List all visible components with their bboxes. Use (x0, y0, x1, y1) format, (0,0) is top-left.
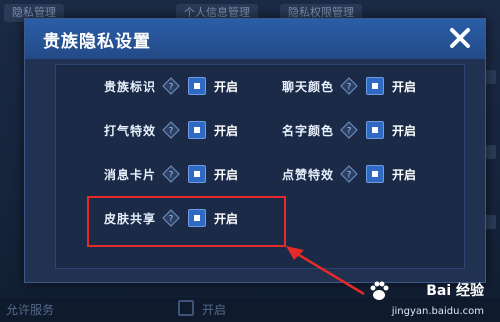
help-icon[interactable]: ? (340, 165, 358, 183)
setting-label: 名字颜色 (281, 123, 334, 138)
help-icon[interactable]: ? (162, 77, 180, 95)
annotation-highlight-box (87, 196, 286, 247)
setting-row-noble-badge: 贵族标识 ? 开启 (86, 74, 238, 98)
close-x-icon (450, 28, 470, 48)
setting-toggle[interactable] (366, 165, 384, 183)
help-icon[interactable]: ? (340, 77, 358, 95)
background-footer-toggle[interactable] (178, 300, 194, 316)
setting-status: 开启 (214, 123, 239, 138)
toggle-indicator (372, 83, 378, 89)
setting-status: 开启 (392, 123, 417, 138)
background-footer-status: 开启 (202, 303, 227, 317)
baidu-paw-icon (370, 281, 389, 300)
help-icon[interactable]: ? (162, 165, 180, 183)
annotation-arrow-icon (286, 246, 365, 296)
toggle-indicator (194, 171, 200, 177)
setting-toggle[interactable] (188, 121, 206, 139)
svg-text:?: ? (169, 171, 174, 181)
dialog-title: 贵族隐私设置 (43, 32, 151, 52)
setting-row-chat-color: 聊天颜色 ? 开启 (264, 74, 416, 98)
setting-toggle[interactable] (366, 77, 384, 95)
setting-label: 贵族标识 (103, 79, 156, 94)
watermark-brand: Bai 经验 (426, 283, 484, 299)
close-button[interactable] (447, 25, 473, 51)
setting-row-cheer-effect: 打气特效 ? 开启 (86, 118, 238, 142)
watermark-url: jingyan.baidu.com (391, 306, 484, 317)
setting-row-like-effect: 点赞特效 ? 开启 (264, 162, 416, 186)
setting-toggle[interactable] (188, 77, 206, 95)
toggle-indicator (194, 83, 200, 89)
setting-toggle[interactable] (188, 165, 206, 183)
setting-toggle[interactable] (366, 121, 384, 139)
setting-status: 开启 (214, 79, 239, 94)
setting-status: 开启 (392, 167, 417, 182)
svg-text:?: ? (169, 127, 174, 137)
toggle-indicator (194, 127, 200, 133)
baidu-jingyan-watermark: Bai 经验 jingyan.baidu.com (364, 278, 494, 318)
setting-row-message-card: 消息卡片 ? 开启 (86, 162, 238, 186)
dialog-header: 贵族隐私设置 (25, 19, 485, 59)
svg-text:?: ? (347, 127, 352, 137)
setting-status: 开启 (214, 167, 239, 182)
svg-text:?: ? (169, 83, 174, 93)
setting-label: 消息卡片 (103, 167, 156, 182)
toggle-indicator (372, 127, 378, 133)
help-icon[interactable]: ? (340, 121, 358, 139)
setting-label: 点赞特效 (281, 167, 334, 182)
help-icon[interactable]: ? (162, 121, 180, 139)
svg-text:?: ? (347, 83, 352, 93)
toggle-indicator (372, 171, 378, 177)
setting-status: 开启 (392, 79, 417, 94)
setting-label: 打气特效 (103, 123, 156, 138)
setting-row-name-color: 名字颜色 ? 开启 (264, 118, 416, 142)
svg-text:?: ? (347, 171, 352, 181)
background-footer-label: 允许服务 (6, 303, 55, 317)
setting-label: 聊天颜色 (281, 79, 334, 94)
